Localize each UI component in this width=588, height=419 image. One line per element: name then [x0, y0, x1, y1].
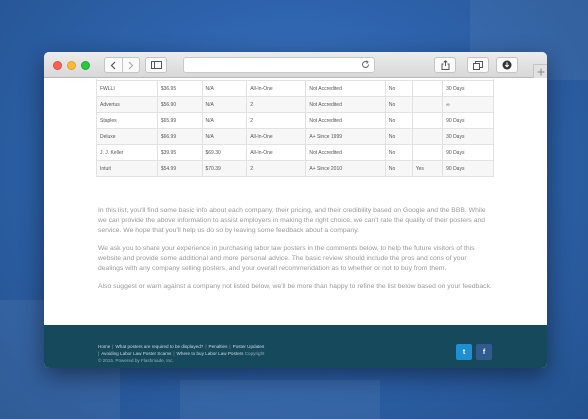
minimize-window-button[interactable]: [67, 61, 76, 70]
table-cell: A+ Since 1999: [305, 128, 386, 145]
footer-links: Home | What posters are required to be dis…: [98, 344, 265, 363]
table-cell: [411, 144, 444, 161]
close-window-button[interactable]: [53, 61, 62, 70]
table-cell: Deluxe: [96, 128, 158, 145]
sidebar-icon: [150, 61, 162, 69]
footer-link-required-posters[interactable]: What posters are required to be displaye…: [115, 344, 203, 349]
table-cell: [411, 112, 444, 129]
new-tab-button[interactable]: [533, 64, 547, 78]
table-cell: [411, 80, 444, 97]
table-cell: 90 Days: [442, 112, 494, 129]
reload-icon[interactable]: [361, 60, 370, 69]
table-cell: J. J. Keller: [96, 144, 158, 161]
table-cell: $39.95: [156, 144, 203, 161]
table-cell: 2: [246, 112, 307, 129]
table-cell: $65.99: [156, 112, 203, 129]
table-cell: $69.30: [201, 144, 248, 161]
table-cell: [411, 96, 444, 113]
facebook-button[interactable]: f: [476, 344, 492, 360]
table-cell: Yes: [411, 160, 444, 177]
table-row: Advertus $56.90 N/A 2 Not Accredited No …: [96, 96, 494, 113]
share-icon: [441, 60, 449, 70]
table-cell: N/A: [201, 96, 248, 113]
paragraph: Also suggest or warn against a company n…: [98, 283, 492, 290]
table-cell: 2: [246, 160, 307, 177]
powered-by-text: © 2015. Powered by Flashmade, Inc.: [98, 358, 174, 363]
footer-link-poster-updates[interactable]: Poster Updates: [233, 344, 265, 349]
share-button[interactable]: [434, 57, 456, 73]
forward-button[interactable]: [121, 58, 139, 72]
sidebar-toggle-button[interactable]: [145, 57, 167, 73]
table-row: Deluxe $66.99 N/A All-In-One A+ Since 19…: [96, 128, 494, 145]
table-cell: All-In-One: [246, 144, 307, 161]
footer-link-avoiding-scams[interactable]: Avoiding Labor Law Poster Scams: [101, 351, 171, 356]
table-cell: 30 Days: [442, 80, 494, 97]
site-footer: Home | What posters are required to be dis…: [44, 325, 547, 368]
table-cell: Not Accredited: [305, 144, 386, 161]
table-cell: N/A: [201, 112, 248, 129]
table-cell: N/A: [201, 80, 248, 97]
table-cell: $56.90: [156, 96, 203, 113]
twitter-button[interactable]: t: [456, 344, 472, 360]
table-cell: Not Accredited: [305, 96, 386, 113]
table-cell: Staples: [96, 112, 158, 129]
back-button[interactable]: [105, 58, 122, 72]
chevron-right-icon: [128, 61, 134, 69]
table-cell: All-In-One: [246, 128, 307, 145]
table-cell: $36.95: [156, 80, 203, 97]
poster-companies-table: FWLLI $36.95 N/A All-In-One Not Accredit…: [96, 79, 494, 177]
article-body: In this list, you'll find some basic inf…: [98, 206, 493, 300]
download-icon: [502, 60, 512, 70]
footer-link-penalties[interactable]: Penalties: [209, 344, 228, 349]
table-cell: No: [384, 144, 413, 161]
copyright-label: Copyright: [244, 351, 265, 356]
table-cell: 30 Days: [442, 128, 494, 145]
table-cell: No: [384, 160, 413, 177]
table-cell: Intuit: [96, 160, 158, 177]
table-cell: FWLLI: [96, 80, 158, 97]
table-cell: A+ Since 2010: [305, 160, 386, 177]
twitter-icon: t: [462, 348, 466, 356]
table-cell: N/A: [201, 128, 248, 145]
table-cell: All-In-One: [246, 80, 307, 97]
table-cell: 90 Days: [442, 160, 494, 177]
chevron-left-icon: [111, 61, 116, 69]
browser-toolbar: [44, 52, 547, 78]
show-tabs-button[interactable]: [467, 57, 489, 73]
table-cell: $70.39: [201, 160, 248, 177]
table-cell: No: [384, 80, 413, 97]
table-cell: Not Accredited: [305, 112, 386, 129]
tabs-icon: [473, 60, 483, 70]
plus-icon: [537, 68, 544, 75]
table-cell: No: [384, 112, 413, 129]
browser-window: FWLLI $36.95 N/A All-In-One Not Accredit…: [44, 52, 547, 368]
table-cell: 90 Days: [442, 144, 494, 161]
footer-link-where-to-buy[interactable]: Where to buy Labor Law Posters: [177, 351, 244, 356]
paragraph: We ask you to share your experience in p…: [98, 245, 475, 272]
table-cell: $66.99: [156, 128, 203, 145]
table-cell: Advertus: [96, 96, 158, 113]
table-cell: No: [384, 128, 413, 145]
facebook-icon: f: [482, 348, 486, 356]
maximize-window-button[interactable]: [81, 61, 90, 70]
table-row: J. J. Keller $39.95 $69.30 All-In-One No…: [96, 144, 494, 161]
table-cell: [411, 128, 444, 145]
table-cell: $54.99: [156, 160, 203, 177]
table-cell: No: [384, 96, 413, 113]
navigation-buttons: [104, 57, 140, 73]
paragraph: In this list, you'll find some basic inf…: [98, 207, 486, 234]
desktop-tile: [180, 380, 380, 419]
downloads-button[interactable]: [496, 57, 518, 73]
table-cell: 2: [246, 96, 307, 113]
page-content: FWLLI $36.95 N/A All-In-One Not Accredit…: [44, 79, 547, 325]
table-cell: ∞: [442, 96, 494, 113]
table-row: Staples $65.99 N/A 2 Not Accredited No 9…: [96, 112, 494, 129]
table-row: Intuit $54.99 $70.39 2 A+ Since 2010 No …: [96, 160, 494, 177]
table-cell: Not Accredited: [305, 80, 386, 97]
footer-link-home[interactable]: Home: [98, 344, 110, 349]
table-row: FWLLI $36.95 N/A All-In-One Not Accredit…: [96, 80, 494, 97]
address-bar[interactable]: [183, 57, 375, 73]
